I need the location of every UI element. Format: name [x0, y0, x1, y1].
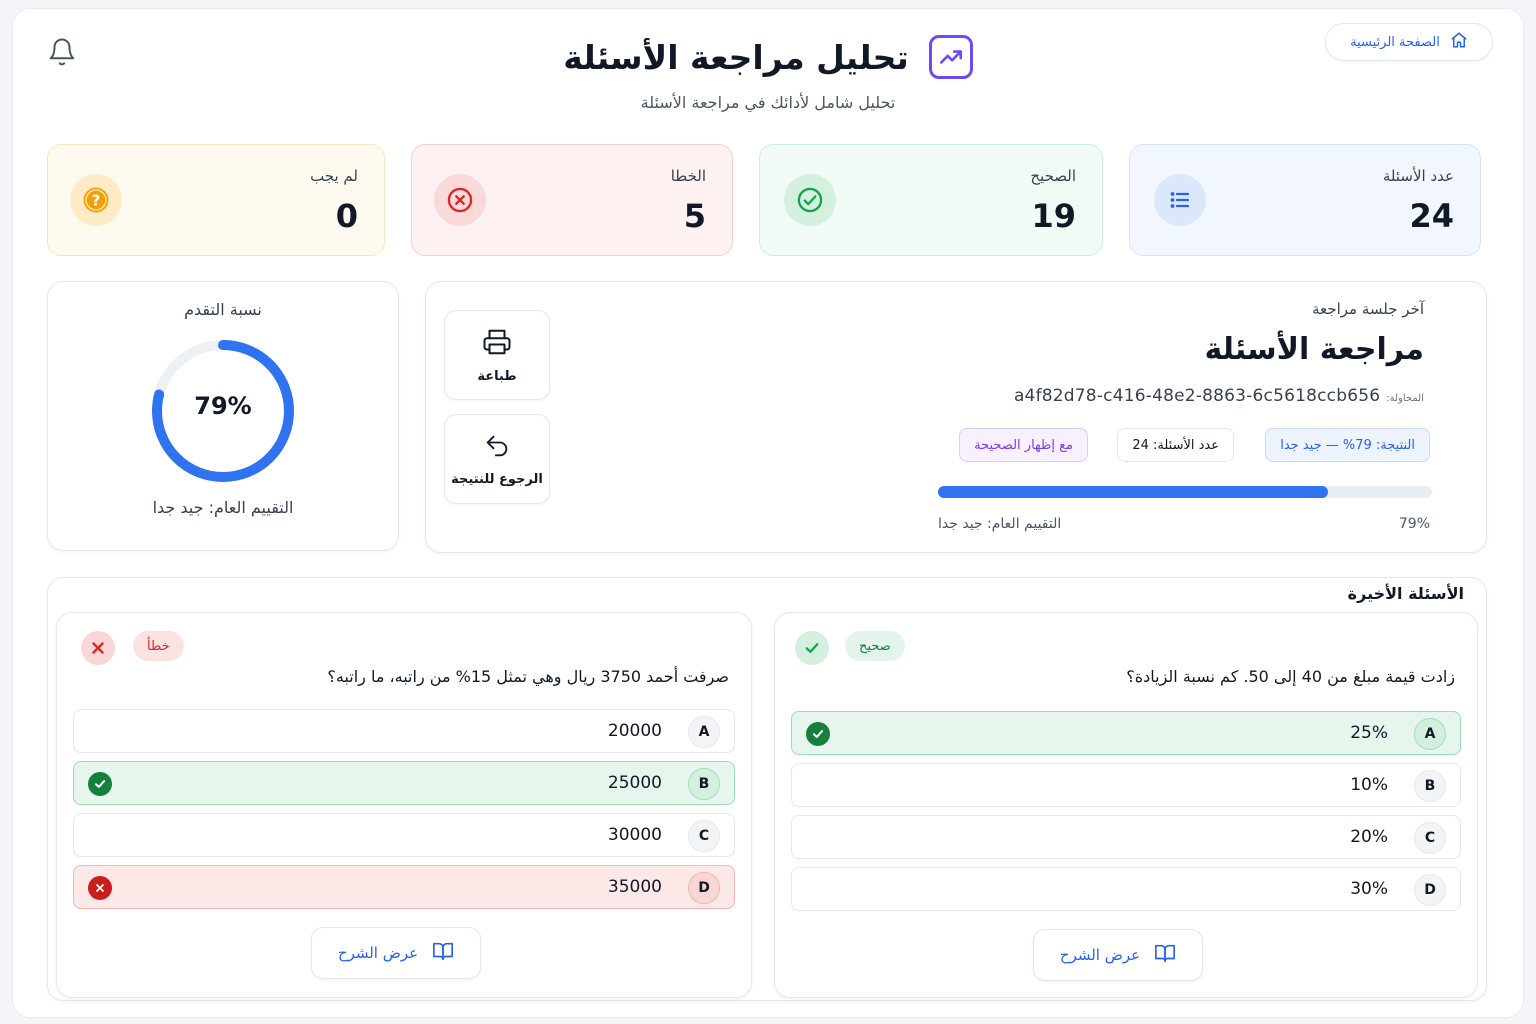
recent-questions-card: الأسئلة الأخيرة صحيح زادت قيمة مبلغ من 4… [47, 577, 1487, 1001]
stat-label: الصحيح [1030, 167, 1076, 185]
option-text: 30000 [607, 825, 662, 845]
show-explanation-button[interactable]: عرض الشرح [1033, 929, 1203, 981]
status-badge: صحيح [845, 631, 905, 661]
option-letter: C [1414, 822, 1446, 854]
session-overall-rating: التقييم العام: جيد جدا [938, 516, 1062, 532]
session-progress-bar [938, 486, 1432, 498]
option-text: 30% [1350, 879, 1388, 899]
option-b[interactable]: B 10% [791, 763, 1461, 807]
app-window: الصفحة الرئيسية تحليل مراجعة الأسئلة تحل… [12, 8, 1524, 1018]
question-text: صرفت أحمد 3750 ريال وهي تمثل 15% من راتب… [327, 667, 729, 686]
option-letter: B [688, 768, 720, 800]
attempt-id: a4f82d78-c416-48e2-8863-6c5618ccb656 [1013, 386, 1381, 406]
stat-card-wrong: الخطا 5 [411, 144, 733, 256]
option-c[interactable]: C 30000 [73, 813, 735, 857]
stat-value: 19 [1031, 197, 1076, 235]
check-circle-icon [784, 174, 836, 226]
explain-label: عرض الشرح [1059, 946, 1141, 964]
book-icon [1154, 942, 1176, 968]
session-progress-fill [938, 486, 1329, 498]
option-letter: A [688, 716, 720, 748]
printer-icon [482, 327, 512, 361]
book-icon [432, 940, 454, 966]
correct-check-icon [806, 722, 830, 746]
correct-check-icon [88, 772, 112, 796]
stat-card-total: عدد الأسئلة 24 [1129, 144, 1481, 256]
print-label: طباعة [477, 368, 517, 384]
trend-chart-icon [928, 35, 973, 79]
session-title: مراجعة الأسئلة [1204, 332, 1424, 367]
explain-label: عرض الشرح [337, 944, 419, 962]
option-a[interactable]: A 25% [791, 711, 1461, 755]
stat-value: 5 [683, 197, 706, 235]
show-correct-badge: مع إظهار الصحيحة [959, 428, 1088, 462]
progress-card-title: نسبة التقدم [184, 300, 262, 319]
option-letter: A [1414, 718, 1446, 750]
option-d[interactable]: D 35000 [73, 865, 735, 909]
result-badge: النتيجة: 79% — جيد جدا [1265, 428, 1430, 462]
print-button[interactable]: طباعة [444, 310, 550, 400]
option-text: 20% [1350, 827, 1388, 847]
option-text: 20000 [607, 721, 662, 741]
wrong-x-icon [81, 631, 115, 665]
page-subtitle: تحليل شامل لأدائك في مراجعة الأسئلة [640, 93, 896, 112]
page-title: تحليل مراجعة الأسئلة [563, 37, 909, 77]
option-letter: D [688, 872, 720, 904]
correct-check-icon [795, 631, 829, 665]
option-b[interactable]: B 25000 [73, 761, 735, 805]
list-icon [1154, 174, 1206, 226]
progress-card: نسبة التقدم 79% التقييم العام: جيد جدا [47, 281, 399, 551]
session-label: آخر جلسة مراجعة [1312, 300, 1424, 318]
attempt-row: المحاولة: a4f82d78-c416-48e2-8863-6c5618… [1014, 386, 1424, 406]
stat-label: لم يجب [310, 167, 358, 185]
progress-percent: 79% [194, 392, 252, 420]
stat-value: 24 [1409, 197, 1454, 235]
back-to-result-button[interactable]: الرجوع للنتيجة [444, 414, 550, 504]
session-card: آخر جلسة مراجعة مراجعة الأسئلة المحاولة:… [425, 281, 1487, 553]
option-text: 25% [1350, 723, 1388, 743]
stat-label: عدد الأسئلة [1382, 167, 1454, 185]
progress-overall-rating: التقييم العام: جيد جدا [152, 498, 294, 517]
session-progress-text: 79% [1398, 516, 1430, 532]
question-count-badge: عدد الأسئلة: 24 [1117, 428, 1234, 462]
option-letter: B [1414, 770, 1446, 802]
option-text: 25000 [607, 773, 662, 793]
option-text: 10% [1350, 775, 1388, 795]
option-text: 35000 [607, 877, 662, 897]
question-text: زادت قيمة مبلغ من 40 إلى 50. كم نسبة الز… [1126, 667, 1455, 686]
attempt-label: المحاولة: [1386, 393, 1424, 404]
stat-label: الخطا [670, 167, 706, 185]
question-card: خطأ صرفت أحمد 3750 ريال وهي تمثل 15% من … [56, 612, 752, 998]
option-a[interactable]: A 20000 [73, 709, 735, 753]
option-c[interactable]: C 20% [791, 815, 1461, 859]
question-circle-icon: ? [70, 174, 122, 226]
stat-value: 0 [335, 197, 358, 235]
back-label: الرجوع للنتيجة [451, 471, 543, 487]
option-letter: D [1414, 874, 1446, 906]
show-explanation-button[interactable]: عرض الشرح [311, 927, 481, 979]
stat-card-unanswered: لم يجب 0 ? [47, 144, 385, 256]
question-card: صحيح زادت قيمة مبلغ من 40 إلى 50. كم نسب… [774, 612, 1478, 998]
stat-card-correct: الصحيح 19 [759, 144, 1103, 256]
svg-text:?: ? [92, 192, 101, 210]
status-badge: خطأ [133, 631, 184, 661]
page-header: تحليل مراجعة الأسئلة [13, 35, 1523, 79]
undo-arrow-icon [483, 432, 511, 464]
option-letter: C [688, 820, 720, 852]
x-circle-icon [434, 174, 486, 226]
recent-questions-title: الأسئلة الأخيرة [1347, 584, 1464, 603]
option-d[interactable]: D 30% [791, 867, 1461, 911]
wrong-x-icon [88, 876, 112, 900]
